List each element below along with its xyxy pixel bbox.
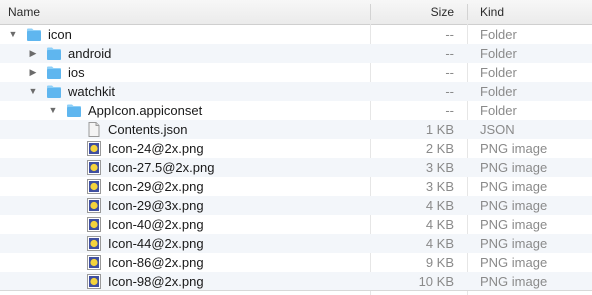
column-header-kind[interactable]: Kind: [480, 0, 504, 24]
disclosure-closed-icon[interactable]: ▶: [28, 63, 38, 82]
file-kind: Folder: [480, 27, 517, 42]
file-row[interactable]: ▶ ios -- Folder: [0, 63, 592, 82]
file-row[interactable]: Icon-24@2x.png 2 KB PNG image: [0, 139, 592, 158]
column-header-size[interactable]: Size: [431, 0, 454, 24]
file-size: 9 KB: [425, 255, 454, 270]
file-name: Icon-29@3x.png: [108, 198, 204, 213]
file-row[interactable]: Icon-27.5@2x.png 3 KB PNG image: [0, 158, 592, 177]
file-size: 4 KB: [425, 198, 454, 213]
file-kind: JSON: [480, 122, 515, 137]
file-name: Icon-27.5@2x.png: [108, 160, 215, 175]
file-size: 1 KB: [425, 122, 454, 137]
file-name: AppIcon.appiconset: [88, 103, 203, 118]
file-row[interactable]: ▼ AppIcon.appiconset -- Folder: [0, 101, 592, 120]
disclosure-open-icon[interactable]: ▼: [28, 82, 38, 101]
file-name: ios: [68, 65, 85, 80]
file-name: Contents.json: [108, 122, 188, 137]
file-kind: PNG image: [480, 255, 548, 270]
file-kind: Folder: [480, 46, 517, 61]
file-row[interactable]: Contents.json 1 KB JSON: [0, 120, 592, 139]
file-size: --: [445, 46, 454, 61]
file-name: Icon-86@2x.png: [108, 255, 204, 270]
file-name: icon: [48, 27, 72, 42]
png-image-icon: [87, 255, 101, 270]
folder-icon: [47, 85, 61, 98]
file-size: 10 KB: [418, 274, 454, 289]
png-image-icon: [87, 198, 101, 213]
file-size: 3 KB: [425, 179, 454, 194]
file-kind: PNG image: [480, 141, 548, 156]
folder-icon: [27, 28, 41, 41]
file-size: 4 KB: [425, 236, 454, 251]
file-kind: PNG image: [480, 198, 548, 213]
file-size: --: [445, 103, 454, 118]
document-icon: [88, 122, 100, 137]
file-size: 4 KB: [425, 217, 454, 232]
file-row[interactable]: Icon-98@2x.png 10 KB PNG image: [0, 272, 592, 291]
file-kind: PNG image: [480, 160, 548, 175]
file-row[interactable]: Icon-44@2x.png 4 KB PNG image: [0, 234, 592, 253]
column-header: Name Size Kind: [0, 0, 592, 25]
file-list: ▼ icon -- Folder ▶ android -- Folder ▶ ios -- Folde…: [0, 25, 592, 291]
file-row[interactable]: Icon-40@2x.png 4 KB PNG image: [0, 215, 592, 234]
file-kind: Folder: [480, 103, 517, 118]
file-row[interactable]: ▼ watchkit -- Folder: [0, 82, 592, 101]
file-name: Icon-29@2x.png: [108, 179, 204, 194]
file-kind: Folder: [480, 84, 517, 99]
file-kind: PNG image: [480, 236, 548, 251]
file-kind: Folder: [480, 65, 517, 80]
png-image-icon: [87, 217, 101, 232]
file-row[interactable]: ▶ android -- Folder: [0, 44, 592, 63]
disclosure-closed-icon[interactable]: ▶: [28, 44, 38, 63]
disclosure-open-icon[interactable]: ▼: [8, 25, 18, 44]
file-name: Icon-40@2x.png: [108, 217, 204, 232]
column-header-name[interactable]: Name: [8, 0, 40, 24]
folder-icon: [47, 47, 61, 60]
folder-icon: [67, 104, 81, 117]
file-name: Icon-98@2x.png: [108, 274, 204, 289]
file-row[interactable]: Icon-29@2x.png 3 KB PNG image: [0, 177, 592, 196]
column-divider[interactable]: [370, 4, 371, 20]
disclosure-open-icon[interactable]: ▼: [48, 101, 58, 120]
file-row[interactable]: Icon-86@2x.png 9 KB PNG image: [0, 253, 592, 272]
png-image-icon: [87, 160, 101, 175]
file-kind: PNG image: [480, 179, 548, 194]
file-name: android: [68, 46, 112, 61]
list-bottom-border: [0, 290, 592, 291]
file-size: 3 KB: [425, 160, 454, 175]
file-name: watchkit: [68, 84, 115, 99]
file-row[interactable]: ▼ icon -- Folder: [0, 25, 592, 44]
folder-icon: [47, 66, 61, 79]
file-kind: PNG image: [480, 217, 548, 232]
file-size: --: [445, 65, 454, 80]
file-row[interactable]: Icon-29@3x.png 4 KB PNG image: [0, 196, 592, 215]
file-size: --: [445, 27, 454, 42]
png-image-icon: [87, 236, 101, 251]
file-name: Icon-44@2x.png: [108, 236, 204, 251]
column-divider[interactable]: [467, 4, 468, 20]
file-size: 2 KB: [425, 141, 454, 156]
file-size: --: [445, 84, 454, 99]
png-image-icon: [87, 179, 101, 194]
png-image-icon: [87, 141, 101, 156]
file-name: Icon-24@2x.png: [108, 141, 204, 156]
file-kind: PNG image: [480, 274, 548, 289]
png-image-icon: [87, 274, 101, 289]
